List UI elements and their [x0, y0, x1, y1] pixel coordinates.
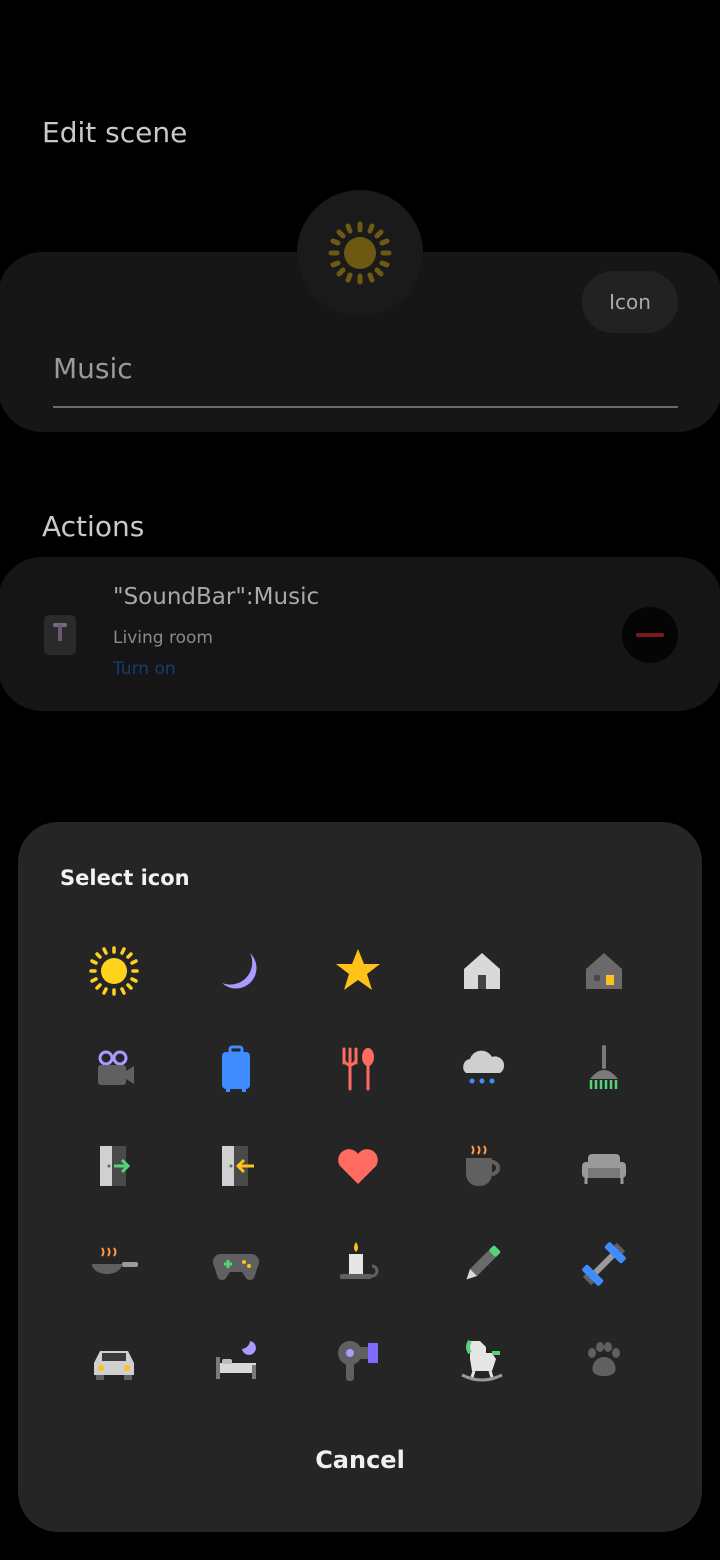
action-device-name: "SoundBar":Music — [113, 584, 320, 610]
broom-icon[interactable] — [568, 1033, 640, 1105]
action-state[interactable]: Turn on — [113, 659, 176, 679]
suitcase-icon[interactable] — [200, 1033, 272, 1105]
door-exit-icon[interactable] — [200, 1130, 272, 1202]
candle-icon[interactable] — [322, 1228, 394, 1300]
paw-icon[interactable] — [568, 1325, 640, 1397]
scene-name-field[interactable]: Music — [53, 348, 678, 408]
cancel-button[interactable]: Cancel — [260, 1432, 460, 1488]
soundbar-icon — [44, 615, 76, 655]
heart-icon[interactable] — [322, 1130, 394, 1202]
house-lit-icon[interactable] — [568, 935, 640, 1007]
sofa-icon[interactable] — [568, 1130, 640, 1202]
door-enter-icon[interactable] — [78, 1130, 150, 1202]
icon-button[interactable]: Icon — [582, 271, 678, 333]
scene-icon-button[interactable] — [297, 190, 423, 316]
pencil-icon[interactable] — [446, 1228, 518, 1300]
remove-action-button[interactable] — [622, 607, 678, 663]
bed-icon[interactable] — [200, 1325, 272, 1397]
house-icon[interactable] — [446, 935, 518, 1007]
fork-spoon-icon[interactable] — [322, 1033, 394, 1105]
rain-cloud-icon[interactable] — [446, 1033, 518, 1105]
moon-icon[interactable] — [200, 935, 272, 1007]
dumbbell-icon[interactable] — [568, 1228, 640, 1300]
coffee-cup-icon[interactable] — [446, 1130, 518, 1202]
video-camera-icon[interactable] — [78, 1033, 150, 1105]
star-icon[interactable] — [322, 935, 394, 1007]
hair-dryer-icon[interactable] — [322, 1325, 394, 1397]
action-item[interactable] — [0, 557, 720, 711]
gamepad-icon[interactable] — [200, 1228, 272, 1300]
sun-icon[interactable] — [78, 935, 150, 1007]
page-title: Edit scene — [42, 116, 188, 149]
car-icon[interactable] — [78, 1325, 150, 1397]
frying-pan-icon[interactable] — [78, 1228, 150, 1300]
actions-section-title: Actions — [42, 510, 145, 543]
action-room: Living room — [113, 628, 213, 648]
dialog-title: Select icon — [60, 866, 190, 890]
scene-name-value: Music — [53, 352, 133, 385]
rocking-horse-icon[interactable] — [446, 1325, 518, 1397]
sun-icon — [328, 221, 392, 285]
